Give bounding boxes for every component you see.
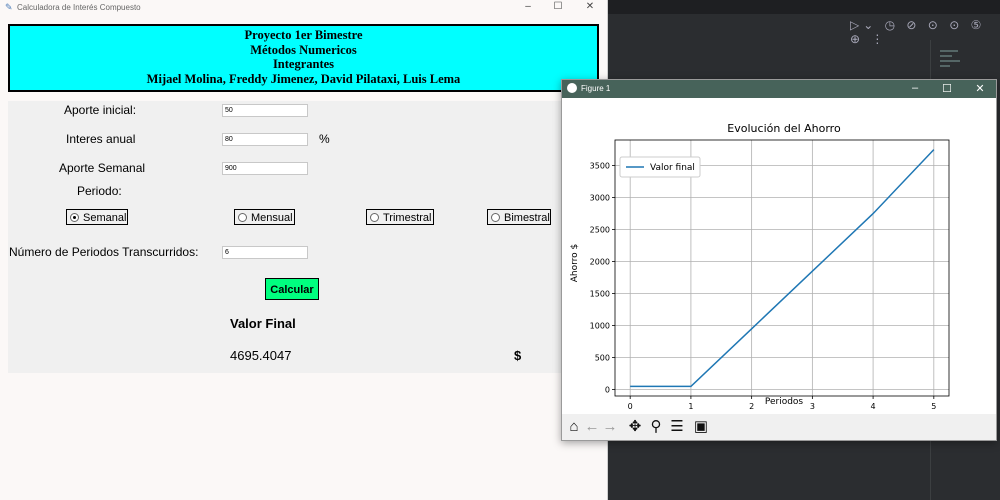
forward-icon[interactable]: → bbox=[601, 418, 619, 436]
header-line-3: Integrantes bbox=[272, 57, 335, 71]
interes-anual-input[interactable]: 80 bbox=[222, 133, 308, 146]
header-line-2: Métodos Numericos bbox=[250, 42, 357, 57]
aporte-inicial-input[interactable]: 50 bbox=[222, 104, 308, 117]
ide-toolbar: ▷⌄ ◷ ⊘ ⊙ ⊙ ⑤ ⊕ ⋮ bbox=[850, 18, 986, 46]
ticks: 0 1 2 3 4 5 0 500 1000 1500 2000 2500 3000 3500 bbox=[590, 162, 937, 411]
project-header: Proyecto 1er Bimestre Métodos Numericos … bbox=[8, 24, 599, 92]
y-axis-label: Ahorro $ bbox=[570, 244, 580, 283]
valor-final-value: 4695.4047 bbox=[230, 348, 292, 363]
radio-semanal-label: Semanal bbox=[83, 212, 127, 224]
maximize-button[interactable]: ☐ bbox=[551, 1, 565, 12]
x-axis-label: Periodos bbox=[765, 397, 804, 407]
y-tick-label: 1500 bbox=[590, 290, 610, 299]
radio-mensual-label: Mensual bbox=[251, 212, 293, 224]
radio-selected-icon bbox=[70, 213, 79, 222]
ide-minimap bbox=[940, 50, 962, 74]
chart-title: Evolución del Ahorro bbox=[727, 122, 841, 135]
radio-semanal[interactable]: Semanal bbox=[66, 209, 128, 225]
y-tick-label: 2000 bbox=[590, 258, 610, 267]
series-line bbox=[630, 149, 935, 388]
figure-close-button[interactable]: ✕ bbox=[972, 82, 988, 95]
calculator-titlebar: ✎ Calculadora de Interés Compuesto – ☐ ✕ bbox=[0, 0, 607, 17]
legend: Valor final bbox=[619, 156, 701, 178]
x-tick-label: 5 bbox=[931, 402, 936, 411]
currency-label: $ bbox=[514, 348, 522, 363]
y-tick-label: 500 bbox=[595, 354, 610, 363]
feather-icon: ✎ bbox=[5, 2, 13, 12]
percent-label: % bbox=[319, 132, 330, 146]
figure-minimize-button[interactable]: – bbox=[907, 82, 923, 94]
zoom-icon[interactable]: ⚲ bbox=[647, 418, 665, 436]
save-icon[interactable]: ▣ bbox=[692, 418, 710, 436]
ide-top-bar bbox=[607, 0, 1000, 14]
x-tick-label: 3 bbox=[810, 402, 815, 411]
pan-icon[interactable]: ✥ bbox=[626, 418, 644, 436]
radio-trimestral-label: Trimestral bbox=[383, 212, 432, 224]
header-line-1: Proyecto 1er Bimestre bbox=[244, 28, 363, 42]
y-tick-label: 3500 bbox=[590, 162, 610, 171]
configure-icon[interactable]: ☰ bbox=[668, 418, 686, 436]
radio-unselected-icon bbox=[370, 213, 379, 222]
home-icon[interactable]: ⌂ bbox=[565, 418, 583, 436]
periodos-transcurridos-label: Número de Periodos Transcurridos: bbox=[9, 245, 199, 259]
window-title: Calculadora de Interés Compuesto bbox=[17, 3, 141, 12]
periodo-label: Periodo: bbox=[77, 184, 122, 198]
radio-mensual[interactable]: Mensual bbox=[234, 209, 295, 225]
figure-toolbar: ⌂ ← → ✥ ⚲ ☰ ▣ bbox=[562, 414, 996, 440]
radio-unselected-icon bbox=[238, 213, 247, 222]
calcular-button[interactable]: Calcular bbox=[265, 278, 319, 300]
radio-bimestral[interactable]: Bimestral bbox=[487, 209, 551, 225]
x-tick-label: 1 bbox=[688, 402, 693, 411]
figure-titlebar: Figure 1 – ☐ ✕ bbox=[562, 80, 996, 98]
legend-label: Valor final bbox=[650, 163, 695, 173]
periodos-transcurridos-input[interactable]: 6 bbox=[222, 246, 308, 259]
aporte-semanal-input[interactable]: 900 bbox=[222, 162, 308, 175]
aporte-inicial-label: Aporte inicial: bbox=[64, 103, 137, 117]
y-tick-label: 0 bbox=[605, 386, 610, 395]
figure-window: Figure 1 – ☐ ✕ Evolución del Ahorro Peri… bbox=[561, 79, 997, 441]
series-layer bbox=[630, 149, 935, 388]
interes-anual-label: Interes anual bbox=[66, 132, 136, 146]
figure-title: Figure 1 bbox=[581, 84, 611, 93]
y-tick-label: 2500 bbox=[590, 226, 610, 235]
y-tick-label: 3000 bbox=[590, 194, 610, 203]
header-line-4: Mijael Molina, Freddy Jimenez, David Pil… bbox=[146, 71, 461, 86]
calculator-window: ✎ Calculadora de Interés Compuesto – ☐ ✕… bbox=[0, 0, 608, 500]
radio-bimestral-label: Bimestral bbox=[504, 212, 550, 224]
line-chart: Evolución del Ahorro Periodos Ahorro $ 0… bbox=[570, 122, 950, 411]
back-icon[interactable]: ← bbox=[583, 418, 601, 436]
y-tick-label: 1000 bbox=[590, 322, 610, 331]
x-tick-label: 2 bbox=[749, 402, 754, 411]
x-tick-label: 0 bbox=[628, 402, 633, 411]
close-button[interactable]: ✕ bbox=[583, 1, 597, 12]
radio-unselected-icon bbox=[491, 213, 500, 222]
radio-trimestral[interactable]: Trimestral bbox=[366, 209, 434, 225]
aporte-semanal-label: Aporte Semanal bbox=[59, 161, 146, 175]
grid bbox=[615, 140, 949, 396]
x-tick-label: 4 bbox=[871, 402, 876, 411]
minimize-button[interactable]: – bbox=[521, 1, 535, 12]
matplotlib-icon bbox=[567, 83, 577, 93]
figure-maximize-button[interactable]: ☐ bbox=[939, 82, 955, 95]
valor-final-label: Valor Final bbox=[230, 316, 296, 331]
